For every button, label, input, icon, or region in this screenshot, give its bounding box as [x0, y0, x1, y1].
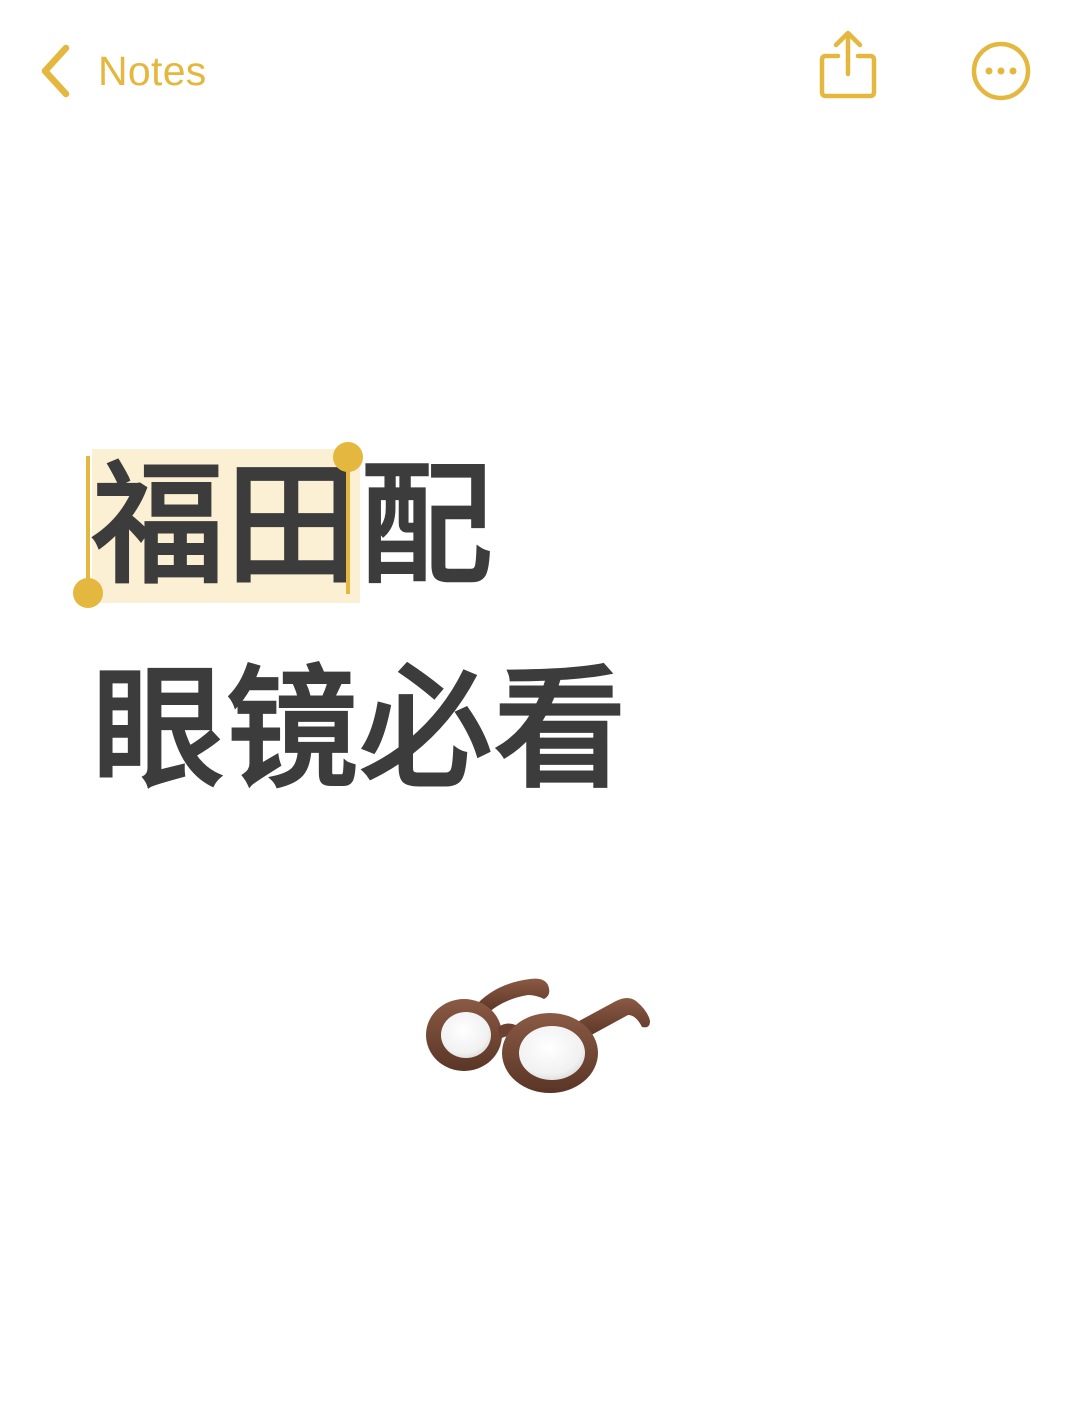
selection-start-handle[interactable]	[73, 578, 103, 608]
selected-text[interactable]: 福田	[92, 449, 360, 603]
note-title-line-2[interactable]: 眼镜必看	[92, 660, 628, 800]
note-content[interactable]: 福田配 眼镜必看	[0, 0, 1080, 1420]
selection-end-handle[interactable]	[333, 442, 363, 472]
selection-end-handle-bar[interactable]	[346, 456, 350, 594]
line-1-rest-text: 配	[360, 449, 494, 603]
selection-start-handle-bar[interactable]	[86, 456, 90, 594]
note-title-line-1[interactable]: 福田配	[92, 449, 494, 603]
glasses-icon	[426, 978, 650, 1093]
